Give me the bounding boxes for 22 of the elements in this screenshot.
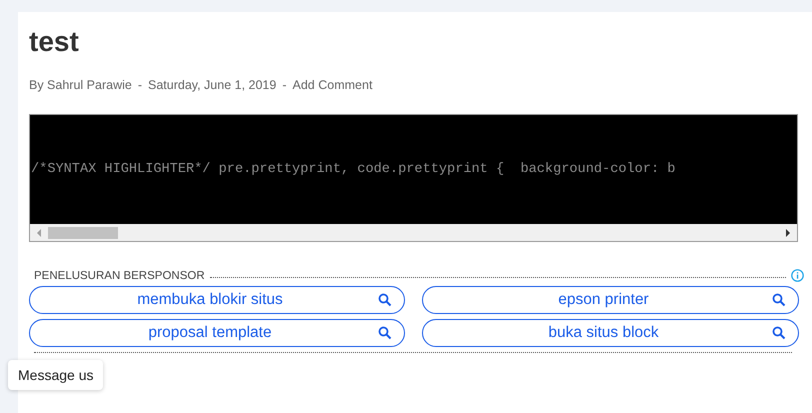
info-icon[interactable] bbox=[791, 269, 804, 282]
separator: - bbox=[282, 78, 287, 92]
comment-link[interactable]: Add Comment bbox=[292, 78, 372, 92]
horizontal-scrollbar[interactable] bbox=[30, 224, 797, 241]
message-us-tooltip[interactable]: Message us bbox=[8, 360, 104, 390]
search-suggestion[interactable]: proposal template bbox=[29, 319, 405, 347]
search-suggestion[interactable]: membuka blokir situs bbox=[29, 286, 405, 314]
search-icon bbox=[378, 326, 392, 340]
search-icon bbox=[772, 293, 786, 307]
search-suggestion[interactable]: epson printer bbox=[422, 286, 799, 314]
scroll-left-icon[interactable] bbox=[35, 228, 43, 236]
search-suggestion[interactable]: buka situs block bbox=[422, 319, 799, 347]
search-icon bbox=[772, 326, 786, 340]
scrollbar-thumb[interactable] bbox=[48, 226, 118, 238]
separator: - bbox=[138, 78, 142, 92]
code-text: /*SYNTAX HIGHLIGHTER*/ pre.prettyprint, code.prettyprint { background-color: b bbox=[30, 162, 676, 177]
search-icon bbox=[378, 293, 392, 307]
author-link[interactable]: By Sahrul Parawie bbox=[29, 78, 132, 92]
post-title: test bbox=[29, 25, 80, 59]
post-date: Saturday, June 1, 2019 bbox=[148, 78, 276, 92]
scroll-right-icon[interactable] bbox=[784, 228, 792, 236]
sponsored-label: PENELUSURAN BERSPONSOR bbox=[34, 270, 205, 282]
